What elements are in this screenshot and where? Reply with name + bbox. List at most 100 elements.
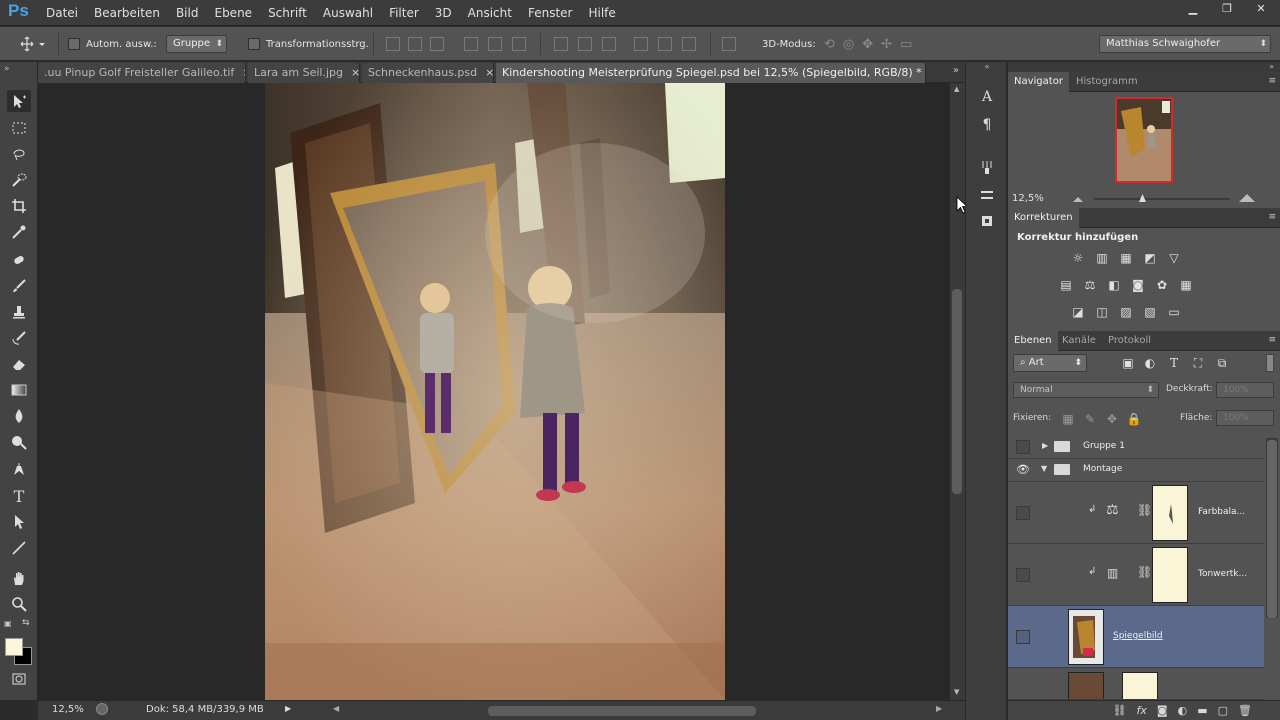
history-brush-tool-icon[interactable] — [7, 327, 31, 349]
new-layer-icon[interactable]: ▢ — [1218, 704, 1228, 717]
align-right-icon[interactable] — [512, 37, 526, 51]
channel-mixer-icon[interactable]: ✿ — [1154, 278, 1170, 292]
lock-all-icon[interactable]: 🔒 — [1126, 412, 1142, 426]
color-balance-icon[interactable]: ⚖ — [1082, 278, 1098, 292]
collapse-dock-icon[interactable]: « — [968, 62, 1006, 72]
3d-roll-icon[interactable]: ◎ — [843, 37, 854, 52]
move-tool-preset[interactable] — [20, 35, 46, 53]
scroll-up-icon[interactable]: ▲ — [954, 85, 959, 93]
blend-mode-dropdown[interactable]: Normal ⬍ — [1013, 382, 1159, 398]
new-group-icon[interactable]: ▬ — [1197, 704, 1207, 717]
visibility-toggle[interactable] — [1016, 506, 1030, 520]
status-info-icon[interactable] — [96, 703, 108, 715]
align-top-icon[interactable] — [386, 37, 400, 51]
layer-name[interactable]: Gruppe 1 — [1083, 441, 1125, 451]
layers-scroll-thumb[interactable] — [1267, 440, 1277, 618]
tool-presets-icon[interactable] — [978, 186, 996, 204]
visibility-toggle[interactable] — [1016, 440, 1030, 454]
vibrance-icon[interactable]: ▽ — [1166, 251, 1182, 265]
brush-presets-icon[interactable] — [978, 158, 996, 176]
align-bottom-icon[interactable] — [430, 37, 444, 51]
distribute-left-icon[interactable] — [634, 37, 648, 51]
clone-stamp-tool-icon[interactable] — [7, 301, 31, 323]
transform-controls-checkbox[interactable] — [248, 38, 260, 50]
eyedropper-tool-icon[interactable] — [7, 221, 31, 243]
healing-brush-tool-icon[interactable] — [7, 249, 31, 271]
fill-input[interactable]: 100% — [1216, 410, 1274, 426]
layer-mask-thumbnail[interactable] — [1152, 485, 1188, 541]
layer-row-montage[interactable]: 👁 ▼ Montage — [1008, 459, 1264, 482]
threshold-icon[interactable]: ▨ — [1118, 305, 1134, 319]
panel-menu-icon[interactable]: ≡ — [1268, 212, 1276, 222]
menu-fenster[interactable]: Fenster — [520, 6, 581, 20]
navigator-zoom-slider[interactable] — [1094, 198, 1230, 200]
paragraph-panel-icon[interactable]: ¶ — [978, 116, 996, 134]
hand-tool-icon[interactable] — [7, 567, 31, 589]
restore-button[interactable]: ❐ — [1216, 2, 1238, 16]
filter-pixel-layers-icon[interactable]: ▣ — [1120, 356, 1136, 370]
navigator-preview[interactable] — [1115, 97, 1173, 183]
menu-filter[interactable]: Filter — [381, 6, 427, 20]
link-layers-icon[interactable]: ⛓ — [1113, 704, 1127, 717]
layer-name[interactable]: Farbbala... — [1198, 507, 1245, 517]
workspace-dropdown[interactable]: Matthias Schwaighofer — [1099, 35, 1271, 53]
move-tool-icon[interactable] — [7, 90, 31, 112]
tab-histogramm[interactable]: Histogramm — [1070, 72, 1144, 92]
layer-name[interactable]: Tonwertk... — [1198, 569, 1247, 579]
canvas-area[interactable] — [38, 83, 950, 700]
panel-menu-icon[interactable]: ≡ — [1268, 76, 1276, 86]
layer-thumbnail[interactable] — [1068, 672, 1104, 699]
tab-lara-am-seil[interactable]: Lara am Seil.jpg × — [248, 63, 360, 83]
filter-toggle-switch[interactable] — [1266, 354, 1274, 372]
swap-colors-icon[interactable]: ⇆ — [22, 618, 30, 628]
scroll-right-icon[interactable]: ▶ — [936, 704, 942, 713]
vertical-scroll-thumb[interactable] — [952, 289, 962, 494]
layer-row-tonwertkorrektur[interactable]: ↲ ▥ ⛓ Tonwertk... — [1008, 544, 1264, 606]
mask-link-icon[interactable]: ⛓ — [1137, 565, 1152, 579]
layer-style-icon[interactable]: fx — [1137, 704, 1147, 717]
tab-protokoll[interactable]: Protokoll — [1102, 331, 1157, 351]
layer-row-partial[interactable] — [1008, 668, 1264, 700]
zoom-in-icon[interactable] — [1238, 193, 1256, 203]
menu-bearbeiten[interactable]: Bearbeiten — [86, 6, 168, 20]
canvas-vertical-scrollbar[interactable]: ▲ ▼ — [950, 83, 965, 700]
layer-row-farbbalance[interactable]: ↲ ⚖ ⛓ Farbbala... — [1008, 482, 1264, 544]
character-panel-icon[interactable]: A — [978, 88, 996, 106]
foreground-color-swatch[interactable] — [5, 638, 23, 656]
eraser-tool-icon[interactable] — [7, 353, 31, 375]
status-menu-icon[interactable]: ▶ — [285, 704, 291, 713]
distribute-hcenter-icon[interactable] — [658, 37, 672, 51]
filter-smart-objects-icon[interactable]: ⧉ — [1214, 356, 1230, 370]
distribute-right-icon[interactable] — [682, 37, 696, 51]
levels-icon[interactable]: ▥ — [1094, 251, 1110, 265]
path-selection-tool-icon[interactable] — [7, 511, 31, 533]
tab-schneckenhaus[interactable]: Schneckenhaus.psd × — [362, 63, 494, 83]
pen-tool-icon[interactable] — [7, 459, 31, 481]
3d-orbit-icon[interactable]: ⟲ — [824, 37, 835, 52]
align-hcenter-icon[interactable] — [488, 37, 502, 51]
menu-ansicht[interactable]: Ansicht — [460, 6, 520, 20]
curves-icon[interactable]: ▦ — [1118, 251, 1134, 265]
minimize-button[interactable]: ▁ — [1182, 2, 1204, 16]
layer-thumbnail[interactable] — [1068, 609, 1104, 665]
tab-kindershooting-spiegel[interactable]: Kindershooting Meisterprüfung Spiegel.ps… — [496, 63, 926, 83]
3d-slide-icon[interactable]: ✢ — [881, 37, 892, 52]
lock-position-icon[interactable]: ✥ — [1104, 412, 1120, 426]
layers-scrollbar[interactable] — [1266, 438, 1278, 618]
invert-icon[interactable]: ◪ — [1070, 305, 1086, 319]
filter-adjustment-layers-icon[interactable]: ◐ — [1142, 356, 1158, 370]
distribute-vcenter-icon[interactable] — [578, 37, 592, 51]
close-tab-icon[interactable]: × — [485, 66, 493, 79]
horizontal-scroll-thumb[interactable] — [488, 706, 756, 716]
clone-source-icon[interactable] — [978, 212, 996, 230]
navigator-zoom-value[interactable]: 12,5% — [1012, 193, 1044, 204]
lock-image-pixels-icon[interactable]: ✎ — [1082, 412, 1098, 426]
more-tabs-icon[interactable]: » — [953, 65, 959, 76]
3d-scale-icon[interactable]: ▭ — [900, 37, 912, 52]
brightness-contrast-icon[interactable]: ☼ — [1070, 251, 1086, 265]
gradient-tool-icon[interactable] — [7, 379, 31, 401]
tab-korrekturen[interactable]: Korrekturen — [1008, 208, 1079, 228]
quick-selection-tool-icon[interactable] — [7, 169, 31, 191]
panel-menu-icon[interactable]: ≡ — [1268, 335, 1276, 345]
layer-name[interactable]: Montage — [1083, 464, 1122, 474]
